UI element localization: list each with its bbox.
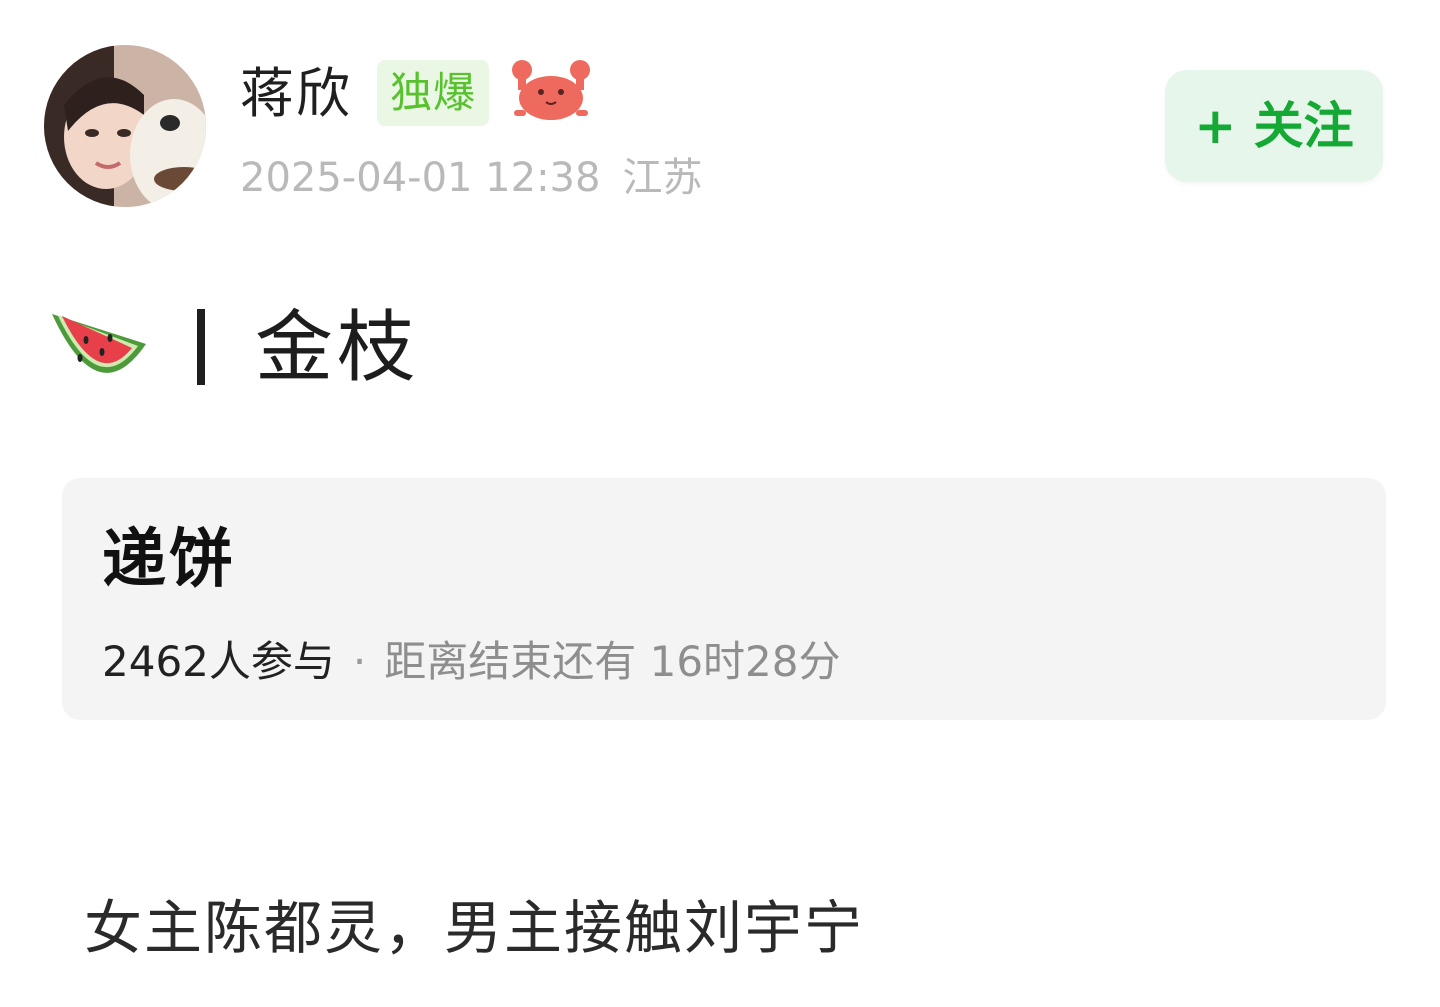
user-avatar[interactable]: [44, 45, 206, 207]
username[interactable]: 蒋欣: [240, 58, 352, 130]
vote-info: 2462人参与 · 距离结束还有 16时28分: [102, 634, 841, 690]
post-body-text: 女主陈都灵，男主接触刘宇宁: [84, 894, 865, 962]
topic-title[interactable]: 金枝: [255, 300, 419, 396]
post-timestamp: 2025-04-01 12:38: [240, 155, 601, 201]
title-divider: [197, 309, 205, 385]
follow-button[interactable]: + 关注: [1165, 70, 1383, 182]
vote-separator: ·: [352, 637, 367, 686]
vote-title: 递饼: [102, 523, 236, 597]
post-location: 江苏: [622, 155, 703, 201]
crab-emoji-icon: [512, 60, 590, 120]
vote-card[interactable]: 递饼 2462人参与 · 距离结束还有 16时28分: [62, 478, 1386, 720]
vote-participants: 2462人参与: [102, 637, 335, 686]
post-meta: 2025-04-01 12:38 江苏: [240, 150, 702, 206]
exclusive-badge: 独爆: [377, 60, 489, 126]
vote-remaining-time: 距离结束还有 16时28分: [384, 637, 841, 686]
watermelon-emoji-icon: [52, 314, 146, 373]
